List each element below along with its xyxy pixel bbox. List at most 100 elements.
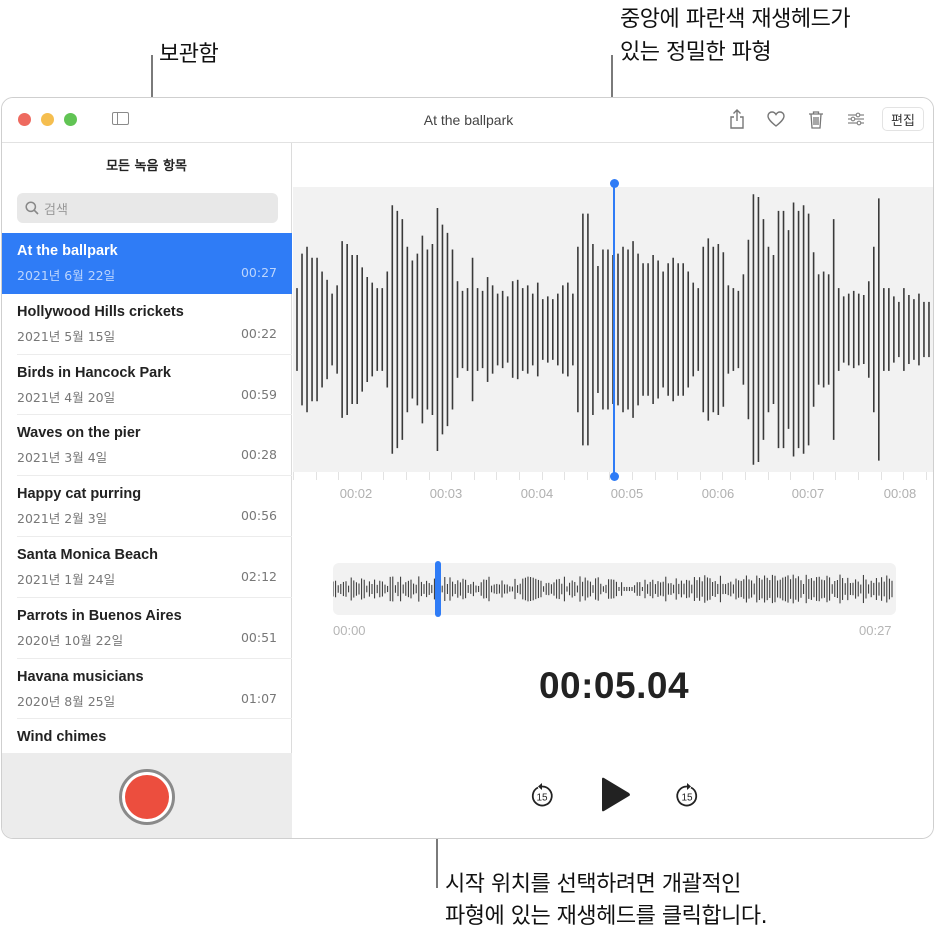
recording-duration: 02:12 bbox=[240, 568, 277, 584]
share-icon[interactable] bbox=[726, 108, 748, 130]
overview-waveform-bars bbox=[332, 574, 893, 604]
ruler-tick bbox=[406, 472, 407, 480]
sidebar-footer bbox=[2, 753, 292, 838]
playhead-bottom-handle[interactable] bbox=[609, 472, 619, 481]
ruler-label: 00:08 bbox=[883, 486, 917, 501]
title-bar: At the ballpark 편집 bbox=[2, 98, 933, 143]
recording-meta: 2021년 6월 22일 00:27 bbox=[17, 265, 277, 284]
recording-title: Wind chimes bbox=[17, 729, 107, 746]
ruler-tick bbox=[564, 472, 566, 480]
ruler-tick bbox=[745, 472, 746, 480]
recording-title: Santa Monica Beach bbox=[17, 546, 159, 563]
ruler-tick bbox=[654, 472, 656, 480]
ruler-tick bbox=[496, 472, 498, 480]
annotation-waveform-line2: 있는 정밀한 파형 bbox=[620, 40, 772, 65]
ruler-tick bbox=[722, 472, 724, 480]
recording-title: Parrots in Buenos Aires bbox=[17, 607, 182, 624]
recording-list-item[interactable]: Hollywood Hills crickets 2021년 5월 15일 00:2… bbox=[2, 294, 292, 355]
ruler-tick bbox=[315, 472, 317, 480]
recording-title: Happy cat purring bbox=[17, 486, 142, 503]
recording-meta: 2021년 4월 20일 00:59 bbox=[17, 387, 277, 406]
ruler-tick bbox=[541, 472, 543, 480]
recording-title: Havana musicians bbox=[17, 668, 144, 685]
ruler-tick bbox=[632, 472, 633, 480]
current-time: 00:05.04 bbox=[538, 665, 690, 706]
ruler-tick bbox=[903, 472, 905, 480]
player-pane: 00:02 00:03 00:04 00:05 00:06 00:07 00:08 00:0… bbox=[293, 143, 933, 838]
recording-meta: 2020년 8월 25일 01:07 bbox=[17, 691, 277, 710]
ruler-tick bbox=[473, 472, 475, 480]
annotation-waveform-line1: 중앙에 파란색 재생헤드가 bbox=[620, 7, 851, 32]
ruler-label: 00:02 bbox=[339, 486, 373, 501]
recording-meta: 2020년 10월 22일 00:51 bbox=[17, 630, 277, 649]
ruler-label: 00:06 bbox=[701, 486, 735, 501]
overview-waveform[interactable] bbox=[332, 561, 896, 617]
recording-list-item[interactable]: Parrots in Buenos Aires 2020년 10월 22일 00:5… bbox=[2, 598, 292, 659]
search-placeholder: 검색 bbox=[44, 202, 68, 218]
recording-meta: 2021년 2월 3일 00:56 bbox=[17, 508, 277, 527]
recording-duration: 00:56 bbox=[240, 508, 277, 524]
window-title: At the ballpark bbox=[423, 112, 514, 128]
sliders-icon[interactable] bbox=[845, 108, 867, 130]
playhead-line[interactable] bbox=[613, 183, 615, 477]
skip-forward-button[interactable]: 15 bbox=[672, 781, 702, 811]
recording-meta: 2021년 1월 24일 02:12 bbox=[17, 569, 277, 588]
recording-meta: 2021년 3월 4일 00:28 bbox=[17, 447, 277, 466]
ruler-label: 00:04 bbox=[520, 486, 554, 501]
recording-title: Waves on the pier bbox=[17, 425, 141, 442]
play-button[interactable] bbox=[595, 773, 635, 817]
ruler-tick bbox=[451, 472, 453, 480]
search-field[interactable]: 검색 bbox=[17, 193, 278, 223]
ruler-tick bbox=[677, 472, 679, 480]
overview-end-time: 00:27 bbox=[859, 623, 892, 638]
svg-text:15: 15 bbox=[536, 793, 548, 804]
ruler-tick bbox=[383, 472, 385, 480]
recording-list-item[interactable]: Birds in Hancock Park 2021년 4월 20일 00:59 bbox=[2, 355, 292, 416]
trash-icon[interactable] bbox=[805, 108, 827, 130]
ruler-label: 00:03 bbox=[429, 486, 463, 501]
recording-duration: 00:28 bbox=[240, 447, 277, 463]
ruler-tick bbox=[699, 472, 701, 480]
recording-date: 2020년 10월 22일 bbox=[17, 632, 124, 648]
ruler-tick bbox=[338, 472, 340, 480]
recording-date: 2021년 5월 15일 bbox=[17, 328, 116, 344]
svg-text:15: 15 bbox=[681, 793, 693, 804]
ruler-tick bbox=[767, 472, 769, 480]
playhead-top-handle[interactable] bbox=[609, 179, 619, 188]
recording-list-item[interactable]: Happy cat purring 2021년 2월 3일 00:56 bbox=[2, 476, 292, 537]
recording-date: 2021년 2월 3일 bbox=[17, 511, 108, 527]
ruler-tick bbox=[880, 472, 882, 480]
record-button[interactable] bbox=[119, 769, 175, 825]
ruler-tick bbox=[925, 472, 927, 480]
skip-back-button[interactable]: 15 bbox=[527, 781, 557, 811]
sidebar-title: 모든 녹음 항목 bbox=[106, 159, 187, 174]
recording-date: 2020년 8월 25일 bbox=[17, 693, 116, 709]
edit-button[interactable]: 편집 bbox=[882, 107, 924, 131]
recording-list-item[interactable]: Havana musicians 2020년 8월 25일 01:07 bbox=[2, 659, 292, 720]
recording-title: At the ballpark bbox=[17, 243, 118, 259]
heart-icon[interactable] bbox=[765, 108, 787, 130]
recording-duration: 00:59 bbox=[240, 386, 277, 402]
recording-duration: 00:22 bbox=[240, 325, 277, 341]
record-icon bbox=[125, 775, 169, 819]
recording-date: 2021년 3월 4일 bbox=[17, 450, 108, 466]
ruler-tick bbox=[790, 472, 792, 480]
overview-playhead[interactable] bbox=[435, 561, 442, 617]
ruler-tick bbox=[428, 472, 430, 480]
ruler-tick bbox=[519, 472, 520, 480]
recording-list-item[interactable]: Santa Monica Beach 2021년 1월 24일 02:12 bbox=[2, 537, 292, 598]
recording-date: 2021년 1월 24일 bbox=[17, 571, 116, 587]
recording-list-item[interactable]: Wind chimes bbox=[2, 719, 292, 753]
recording-list-item[interactable]: At the ballpark 2021년 6월 22일 00:27 bbox=[2, 233, 292, 294]
recording-date: 2021년 4월 20일 bbox=[17, 389, 116, 405]
recording-list-item[interactable]: Waves on the pier 2021년 3월 4일 00:28 bbox=[2, 415, 292, 476]
ruler-label: 00:07 bbox=[791, 486, 825, 501]
recording-duration: 00:51 bbox=[240, 629, 277, 645]
recording-duration: 01:07 bbox=[240, 690, 277, 706]
recordings-list[interactable]: At the ballpark 2021년 6월 22일 00:27 Hollywoo… bbox=[2, 233, 292, 753]
skip-forward-15-icon: 15 bbox=[676, 783, 698, 807]
recording-date: 2021년 6월 22일 bbox=[17, 268, 116, 283]
play-icon bbox=[602, 777, 630, 812]
sidebar: 모든 녹음 항목 검색 At the ballpark 2021년 6월 22일 0… bbox=[2, 143, 292, 838]
annotation-library: 보관함 bbox=[159, 42, 219, 67]
